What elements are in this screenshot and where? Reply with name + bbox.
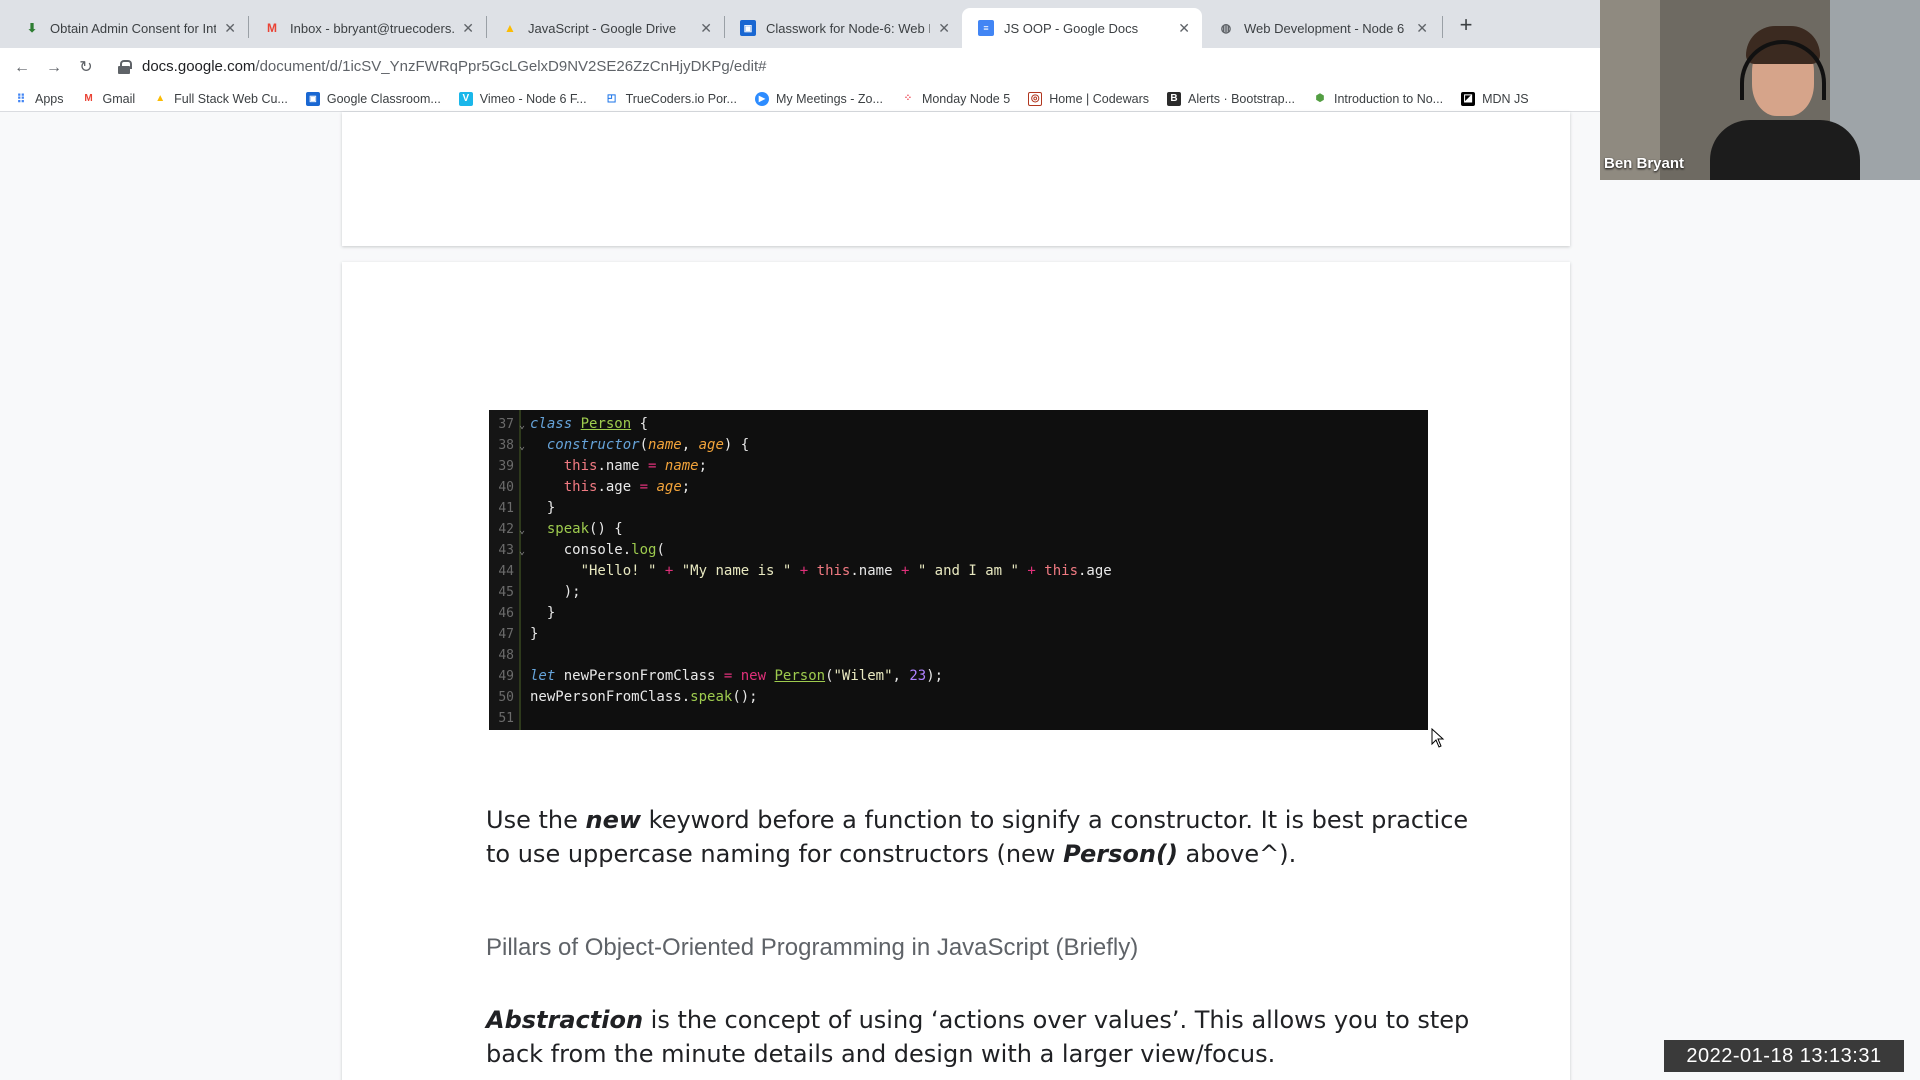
nodejs-icon: ⬢ [1315, 93, 1325, 104]
paragraph-abstraction[interactable]: Abstraction is the concept of using ‘act… [486, 1003, 1486, 1071]
bookmark-label: Home | Codewars [1049, 91, 1150, 106]
paragraph-new-keyword[interactable]: Use the new keyword before a function to… [486, 803, 1486, 871]
participant-video-tile[interactable]: Ben Bryant [1600, 0, 1920, 180]
google-docs-icon: ≡ [978, 20, 994, 36]
heading-pillars-oop[interactable]: Pillars of Object-Oriented Programming i… [486, 934, 1486, 962]
bookmark-codewars[interactable]: ◎ Home | Codewars [1028, 91, 1150, 106]
apps-grid-icon: ⠿ [16, 91, 26, 106]
google-classroom-icon: ▣ [740, 20, 756, 36]
bookmark-label: Gmail [102, 91, 136, 106]
bookmark-zoom[interactable]: ▶ My Meetings - Zo... [754, 91, 883, 106]
close-tab-icon[interactable]: ✕ [938, 20, 950, 37]
address-toolbar: ← → ↻ docs.google.com/document/d/1icSV_Y… [0, 48, 1600, 86]
bookmark-label: Vimeo - Node 6 F... [479, 91, 587, 106]
lock-icon [118, 59, 132, 74]
bookmark-label: Full Stack Web Cu... [174, 91, 288, 106]
bookmark-vimeo[interactable]: V Vimeo - Node 6 F... [458, 91, 587, 106]
code-screenshot-image[interactable]: 37 ⌄ class Person { 38 ⌄ constructor(name, … [489, 410, 1428, 730]
zoom-icon: ▶ [754, 91, 769, 106]
mdn-icon: ◪ [1461, 91, 1476, 106]
url-path: /document/d/1icSV_YnzFWRqPpr5GcLGelxD9NV… [255, 58, 767, 75]
close-tab-icon[interactable]: ✕ [1178, 20, 1190, 37]
gmail-icon: M [84, 93, 93, 104]
bookmark-label: Alerts · Bootstrap... [1188, 91, 1295, 106]
url-field[interactable]: docs.google.com/document/d/1icSV_YnzFWRq… [118, 58, 766, 75]
bookmark-intro-node[interactable]: ⬢ Introduction to No... [1313, 92, 1443, 106]
bookmark-full-stack[interactable]: ▲ Full Stack Web Cu... [153, 92, 288, 106]
google-drive-icon: ▲ [504, 21, 516, 35]
google-classroom-icon: ▣ [305, 91, 320, 106]
close-tab-icon[interactable]: ✕ [1416, 20, 1428, 37]
bookmark-label: Apps [35, 91, 64, 106]
tab-javascript-drive[interactable]: ▲ JavaScript - Google Drive ✕ [486, 8, 724, 48]
tab-title: JS OOP - Google Docs [1004, 20, 1139, 36]
mouse-cursor-icon [1431, 728, 1445, 748]
google-drive-icon: ▲ [155, 93, 166, 104]
bookmarks-bar: ⠿ Apps M Gmail ▲ Full Stack Web Cu... ▣ … [0, 86, 1600, 112]
tab-js-oop-docs[interactable]: ≡ JS OOP - Google Docs ✕ [962, 8, 1202, 48]
bookmark-label: MDN JS [1482, 91, 1529, 106]
browser-tab-bar: ⬇ Obtain Admin Consent for Inte ✕ M Inbo… [0, 0, 1600, 48]
monday-icon: ⁘ [903, 93, 913, 104]
close-tab-icon[interactable]: ✕ [700, 20, 712, 37]
codewars-icon: ◎ [1028, 91, 1043, 106]
tab-title: Obtain Admin Consent for Inte [50, 20, 217, 36]
bookmark-label: Monday Node 5 [921, 91, 1011, 106]
participant-body [1710, 120, 1860, 180]
bookmark-label: TrueCoders.io Por... [625, 91, 737, 106]
truecoders-icon: ◰ [606, 93, 617, 104]
bookmark-label: My Meetings - Zo... [775, 91, 883, 106]
tab-classwork[interactable]: ▣ Classwork for Node-6: Web De ✕ [724, 8, 962, 48]
new-tab-button[interactable]: + [1452, 12, 1480, 40]
participant-name-label: Ben Bryant [1604, 155, 1685, 172]
tab-title: Web Development - Node 6 [1244, 20, 1405, 36]
reload-icon[interactable]: ↻ [74, 56, 98, 80]
back-icon[interactable]: ← [10, 56, 34, 80]
url-domain: docs.google.com [142, 58, 256, 75]
bookmark-label: Introduction to No... [1334, 91, 1444, 106]
bookmark-truecoders[interactable]: ◰ TrueCoders.io Por... [605, 92, 737, 106]
tab-obtain-admin-consent[interactable]: ⬇ Obtain Admin Consent for Inte ✕ [8, 8, 248, 48]
bootstrap-icon: B [1167, 91, 1182, 106]
close-tab-icon[interactable]: ✕ [224, 20, 236, 37]
bookmark-apps[interactable]: ⠿ Apps [14, 92, 64, 106]
bookmark-mdn[interactable]: ◪ MDN JS [1461, 91, 1529, 106]
gmail-icon: M [267, 21, 277, 35]
background-window [1600, 0, 1660, 180]
close-tab-icon[interactable]: ✕ [462, 20, 474, 37]
bookmark-bootstrap[interactable]: B Alerts · Bootstrap... [1167, 91, 1295, 106]
recording-timestamp: 2022-01-18 13:13:31 [1664, 1040, 1904, 1072]
bookmark-label: Google Classroom... [326, 91, 441, 106]
bookmark-monday[interactable]: ⁘ Monday Node 5 [901, 92, 1010, 106]
globe-icon: ◍ [1220, 21, 1232, 35]
document-page-previous[interactable] [342, 112, 1570, 246]
forward-icon[interactable]: → [42, 56, 66, 80]
tab-title: JavaScript - Google Drive [528, 20, 677, 36]
tab-title: Inbox - bbryant@truecoders.io [290, 20, 455, 36]
vimeo-icon: V [458, 91, 473, 106]
tab-title: Classwork for Node-6: Web De [766, 20, 931, 36]
download-icon: ⬇ [26, 21, 38, 35]
tab-inbox[interactable]: M Inbox - bbryant@truecoders.io ✕ [248, 8, 486, 48]
bookmark-google-classroom[interactable]: ▣ Google Classroom... [305, 91, 441, 106]
bookmark-gmail[interactable]: M Gmail [82, 91, 136, 106]
tab-web-development[interactable]: ◍ Web Development - Node 6 ✕ [1202, 8, 1440, 48]
